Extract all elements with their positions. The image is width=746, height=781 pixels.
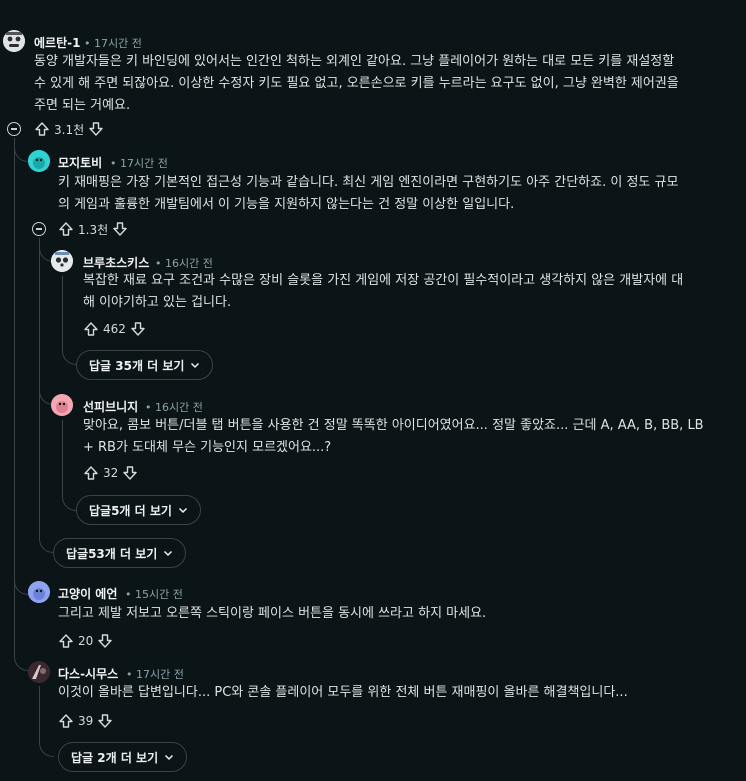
comment-body: 이것이 올바른 답변입니다... PC와 콘솔 플레이어 모두를 위한 전체 버… [58,682,738,704]
vote-count: 32 [103,466,119,480]
vote-count: 20 [78,634,94,648]
comment-time: 17시간 전 [136,668,184,681]
comment-line: 이것이 올바른 답변입니다... PC와 콘솔 플레이어 모두를 위한 전체 버… [58,685,628,700]
comment-time: 16시간 전 [165,257,213,270]
comment-body: 맞아요, 콤보 버튼/더블 탭 버튼을 사용한 건 정말 똑똑한 아이디어였어요… [83,415,739,459]
comment-line: 주면 되는 거예요. [34,98,131,113]
comment-meta: • 17시간 전 [84,37,142,50]
chevron-down-icon [165,754,174,761]
arrow-up-icon[interactable] [83,321,99,337]
collapse-minus-icon[interactable] [7,122,21,136]
more-replies-button[interactable]: 답글 35개 더 보기 [76,350,214,380]
comment-line: 복잡한 재료 요구 조건과 수많은 장비 슬롯을 가진 게임에 저장 공간이 필… [83,273,684,288]
vote-group: 32 [83,463,138,483]
thread-line [39,686,40,736]
vote-group: 39 [58,711,113,731]
comment-author[interactable]: 선피브니지 [83,398,138,415]
more-replies-button[interactable]: 답글 2개 더 보기 [58,742,188,772]
thread-connector [39,736,54,757]
comment-author[interactable]: 모지토비 [58,154,102,171]
avatar[interactable] [51,250,73,272]
comment-author[interactable]: 고양이 에언 [58,585,117,602]
vote-group: 3.1천 [34,119,104,139]
arrow-down-icon[interactable] [88,121,104,137]
chevron-down-icon [178,507,187,514]
comment-author[interactable]: 브루초스키스 [83,254,149,271]
comment-line: 그리고 제발 저보고 오른쪽 스틱이랑 페이스 버튼을 동시에 쓰라고 하지 마… [58,606,487,621]
thread-connector [14,594,29,671]
arrow-up-icon[interactable] [58,633,74,649]
comment-meta: • 16시간 전 [155,257,213,270]
more-replies-button[interactable]: 답글53개 더 보기 [53,538,187,568]
more-replies-label: 답글53개 더 보기 [66,546,158,561]
comment-line: 맞아요, 콤보 버튼/더블 탭 버튼을 사용한 건 정말 똑똑한 아이디어였어요… [83,418,704,433]
thread-line [14,558,15,598]
comment-line: 의 게임과 훌륭한 개발팀에서 이 기능을 지원하지 않는다는 건 정말 이상한… [58,197,515,212]
comment-time: 15시간 전 [135,588,183,601]
arrow-up-icon[interactable] [58,221,74,237]
comment-author[interactable]: 다스-시무스 [58,665,118,682]
comment-meta: • 16시간 전 [145,401,203,414]
vote-count: 1.3천 [78,222,109,237]
arrow-down-icon[interactable] [130,321,146,337]
comment-line: 해 이야기하고 있는 겁니다. [83,295,232,310]
comment-author[interactable]: 에르탄-1 [34,34,80,51]
comment-meta: • 17시간 전 [126,668,184,681]
vote-count: 3.1천 [54,122,85,137]
arrow-down-icon[interactable] [97,713,113,729]
thread-connector [62,486,77,511]
more-replies-label: 답글 2개 더 보기 [71,750,159,765]
avatar[interactable] [51,394,73,416]
thread-line [14,138,15,558]
comment-line: 동양 개발자들은 키 바인딩에 있어서는 인간인 척하는 외계인 같아요. 그냥… [34,54,675,69]
more-replies-label: 답글 35개 더 보기 [89,358,185,373]
arrow-up-icon[interactable] [58,713,74,729]
arrow-down-icon[interactable] [122,465,138,481]
comment-body: 키 재매핑은 가장 기본적인 접근성 기능과 같습니다. 최신 게임 엔진이라면… [58,172,738,216]
avatar[interactable] [3,30,25,52]
comment-time: 17시간 전 [94,37,142,50]
vote-group: 20 [58,631,113,651]
comment-line: 수 있게 해 주면 되잖아요. 이상한 수정자 키도 필요 없고, 오른손으로 … [34,76,679,91]
comment-body: 동양 개발자들은 키 바인딩에 있어서는 인간인 척하는 외계인 같아요. 그냥… [34,51,734,117]
more-replies-button[interactable]: 답글5개 더 보기 [76,495,201,525]
avatar[interactable] [28,581,50,603]
chevron-down-icon [191,362,200,369]
thread-line [62,420,63,486]
vote-count: 39 [78,714,94,728]
avatar[interactable] [28,150,50,172]
thread-line [62,276,63,342]
comment-time: 17시간 전 [120,157,168,170]
comment-body: 복잡한 재료 요구 조건과 수많은 장비 슬롯을 가진 게임에 저장 공간이 필… [83,270,739,314]
thread-connector [14,140,29,162]
collapse-minus-icon[interactable] [32,222,46,236]
comment-meta: • 15시간 전 [125,588,183,601]
thread-connector [62,342,77,365]
comment-line: + RB가 도대체 무슨 기능인지 모르겠어요...? [83,440,332,455]
arrow-down-icon[interactable] [112,221,128,237]
arrow-down-icon[interactable] [97,633,113,649]
thread-connector [39,520,54,553]
vote-count: 462 [103,322,126,336]
chevron-down-icon [164,550,173,557]
arrow-up-icon[interactable] [83,465,99,481]
arrow-up-icon[interactable] [34,121,50,137]
comment-time: 16시간 전 [155,401,203,414]
thread-connector [14,580,29,595]
avatar[interactable] [28,661,50,683]
vote-group: 462 [83,319,146,339]
comment-line: 키 재매핑은 가장 기본적인 접근성 기능과 같습니다. 최신 게임 엔진이라면… [58,175,679,190]
more-replies-label: 답글5개 더 보기 [89,503,172,518]
comment-body: 그리고 제발 저보고 오른쪽 스틱이랑 페이스 버튼을 동시에 쓰라고 하지 마… [58,603,738,625]
vote-group: 1.3천 [58,219,128,239]
comment-meta: • 17시간 전 [110,157,168,170]
